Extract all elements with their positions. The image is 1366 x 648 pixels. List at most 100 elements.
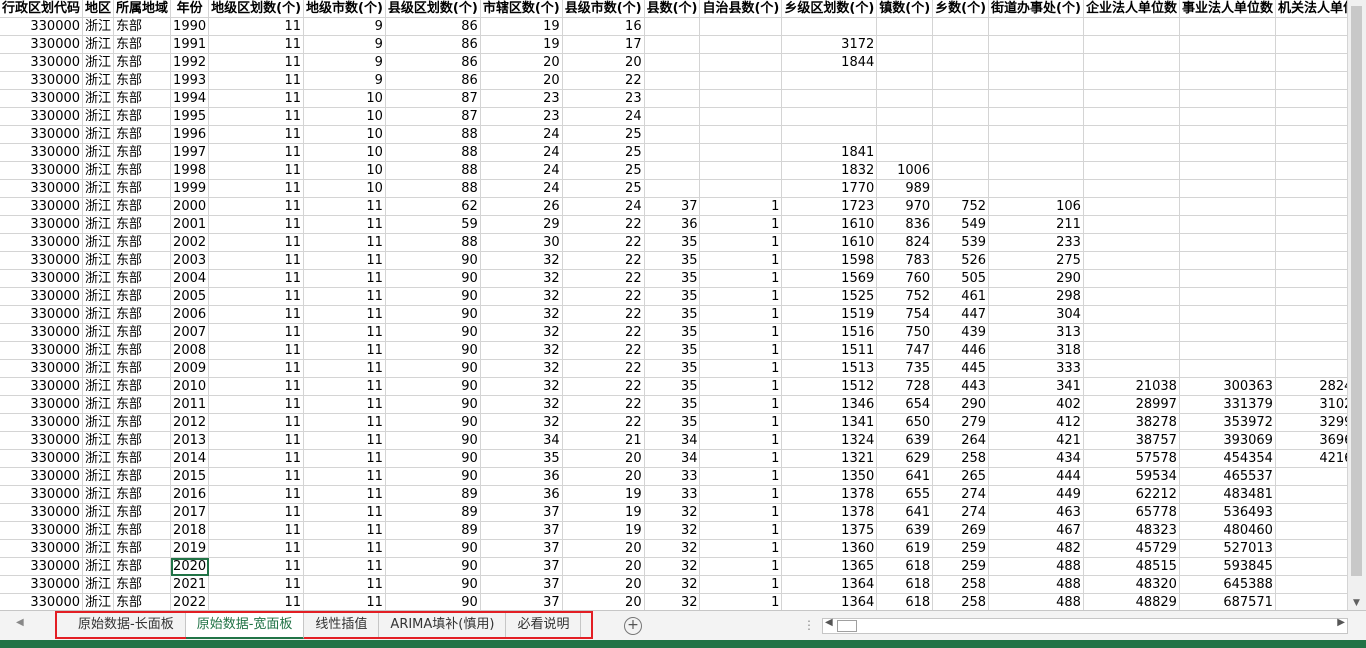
- table-cell[interactable]: 11: [303, 359, 386, 378]
- table-cell[interactable]: [781, 107, 878, 126]
- table-cell[interactable]: 11: [303, 233, 386, 252]
- table-cell[interactable]: 402: [988, 395, 1084, 414]
- table-cell[interactable]: [1275, 503, 1348, 522]
- table-cell[interactable]: 2020: [170, 557, 210, 576]
- table-cell[interactable]: [1083, 233, 1180, 252]
- table-cell[interactable]: 687571: [1179, 593, 1276, 610]
- table-cell[interactable]: 11: [303, 485, 386, 504]
- table-cell[interactable]: 1: [699, 485, 783, 504]
- table-cell[interactable]: [1179, 107, 1276, 126]
- column-header[interactable]: 街道办事处(个): [988, 0, 1084, 18]
- table-cell[interactable]: 330000: [0, 287, 84, 306]
- table-cell[interactable]: 90: [385, 557, 481, 576]
- table-cell[interactable]: 421624: [1275, 449, 1348, 468]
- table-cell[interactable]: 32: [480, 395, 563, 414]
- table-cell[interactable]: 东部: [113, 89, 172, 108]
- table-cell[interactable]: 330000: [0, 557, 84, 576]
- table-cell[interactable]: 1519: [781, 305, 878, 324]
- table-cell[interactable]: 48515: [1083, 557, 1180, 576]
- table-cell[interactable]: [932, 161, 990, 180]
- table-cell[interactable]: 1516: [781, 323, 878, 342]
- table-cell[interactable]: 东部: [113, 179, 172, 198]
- table-cell[interactable]: [1179, 53, 1276, 72]
- table-cell[interactable]: [1275, 269, 1348, 288]
- table-cell[interactable]: 333: [988, 359, 1084, 378]
- table-cell[interactable]: 650: [876, 413, 934, 432]
- table-cell[interactable]: 645388: [1179, 575, 1276, 594]
- table-cell[interactable]: 2014: [170, 449, 210, 468]
- table-cell[interactable]: 90: [385, 395, 481, 414]
- table-cell[interactable]: 22: [562, 269, 645, 288]
- table-cell[interactable]: 浙江: [82, 197, 115, 216]
- table-cell[interactable]: 482: [988, 539, 1084, 558]
- table-cell[interactable]: 20: [562, 575, 645, 594]
- table-cell[interactable]: [1179, 197, 1276, 216]
- table-cell[interactable]: 浙江: [82, 35, 115, 54]
- table-cell[interactable]: 11: [208, 575, 305, 594]
- table-cell[interactable]: 1378: [781, 485, 878, 504]
- table-cell[interactable]: 11: [208, 251, 305, 270]
- table-cell[interactable]: 1: [699, 449, 783, 468]
- table-cell[interactable]: 20: [562, 53, 645, 72]
- table-cell[interactable]: 浙江: [82, 503, 115, 522]
- table-cell[interactable]: 23: [480, 107, 563, 126]
- table-cell[interactable]: 2002: [170, 233, 210, 252]
- table-cell[interactable]: 480460: [1179, 521, 1276, 540]
- table-cell[interactable]: 1: [699, 341, 783, 360]
- table-cell[interactable]: 35: [644, 341, 701, 360]
- table-cell[interactable]: 浙江: [82, 377, 115, 396]
- table-cell[interactable]: 11: [208, 125, 305, 144]
- table-cell[interactable]: 11: [208, 449, 305, 468]
- table-cell[interactable]: 10: [303, 179, 386, 198]
- table-cell[interactable]: 11: [208, 359, 305, 378]
- table-cell[interactable]: 22: [562, 287, 645, 306]
- table-cell[interactable]: 21038: [1083, 377, 1180, 396]
- table-cell[interactable]: 654: [876, 395, 934, 414]
- table-cell[interactable]: [1179, 323, 1276, 342]
- table-cell[interactable]: [1275, 161, 1348, 180]
- table-cell[interactable]: 11: [303, 449, 386, 468]
- table-cell[interactable]: 东部: [113, 467, 172, 486]
- table-cell[interactable]: 1994: [170, 89, 210, 108]
- table-cell[interactable]: 445: [932, 359, 990, 378]
- table-cell[interactable]: 24: [562, 197, 645, 216]
- table-cell[interactable]: [988, 179, 1084, 198]
- table-cell[interactable]: 浙江: [82, 557, 115, 576]
- table-cell[interactable]: 浙江: [82, 89, 115, 108]
- table-cell[interactable]: 东部: [113, 449, 172, 468]
- table-cell[interactable]: 东部: [113, 557, 172, 576]
- table-cell[interactable]: 536493: [1179, 503, 1276, 522]
- table-cell[interactable]: [1275, 359, 1348, 378]
- table-cell[interactable]: 25: [562, 143, 645, 162]
- table-cell[interactable]: 2015: [170, 467, 210, 486]
- table-cell[interactable]: 330000: [0, 17, 84, 36]
- table-cell[interactable]: 330000: [0, 449, 84, 468]
- table-cell[interactable]: 330000: [0, 233, 84, 252]
- table-cell[interactable]: 330000: [0, 251, 84, 270]
- table-cell[interactable]: 2011: [170, 395, 210, 414]
- table-cell[interactable]: [1275, 575, 1348, 594]
- table-cell[interactable]: 35: [644, 413, 701, 432]
- table-cell[interactable]: 23: [480, 89, 563, 108]
- table-cell[interactable]: 330000: [0, 197, 84, 216]
- table-cell[interactable]: 11: [208, 35, 305, 54]
- table-cell[interactable]: 1992: [170, 53, 210, 72]
- table-cell[interactable]: [1179, 359, 1276, 378]
- table-cell[interactable]: 浙江: [82, 449, 115, 468]
- table-cell[interactable]: 浙江: [82, 485, 115, 504]
- table-cell[interactable]: 90: [385, 449, 481, 468]
- table-cell[interactable]: 331379: [1179, 395, 1276, 414]
- table-cell[interactable]: [1275, 467, 1348, 486]
- table-cell[interactable]: 59534: [1083, 467, 1180, 486]
- table-cell[interactable]: 2008: [170, 341, 210, 360]
- table-cell[interactable]: [699, 179, 783, 198]
- table-cell[interactable]: 2000: [170, 197, 210, 216]
- table-cell[interactable]: [932, 125, 990, 144]
- table-cell[interactable]: 300363: [1179, 377, 1276, 396]
- table-cell[interactable]: 639: [876, 431, 934, 450]
- table-cell[interactable]: 88: [385, 161, 481, 180]
- table-cell[interactable]: 35: [644, 251, 701, 270]
- table-cell[interactable]: 浙江: [82, 539, 115, 558]
- table-cell[interactable]: [1275, 89, 1348, 108]
- table-cell[interactable]: 45729: [1083, 539, 1180, 558]
